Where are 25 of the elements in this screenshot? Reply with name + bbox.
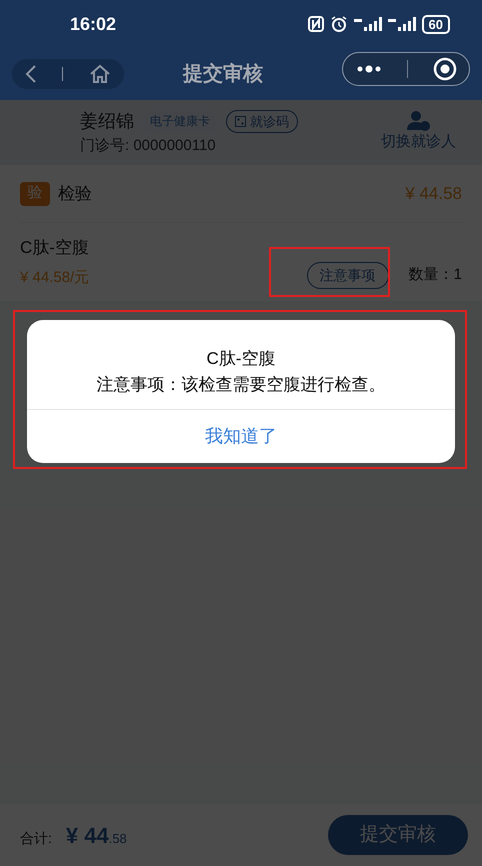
- dialog-message: 注意事项：该检查需要空腹进行检查。: [96, 374, 386, 396]
- signal-icon: [354, 17, 382, 31]
- menu-capsule[interactable]: [342, 52, 470, 86]
- signal-icon: [388, 17, 416, 31]
- patient-name: 姜绍锦: [80, 110, 134, 133]
- total-label: 合计:: [20, 828, 52, 848]
- confirm-button[interactable]: 我知道了: [27, 410, 455, 463]
- battery-indicator: 60: [422, 14, 450, 34]
- alarm-icon: [330, 16, 348, 32]
- total-amount: ¥ 44.58: [66, 822, 127, 850]
- home-icon[interactable]: [89, 64, 112, 84]
- category-total: ¥ 44.58: [405, 182, 462, 205]
- page-title: 提交审核: [183, 62, 263, 87]
- back-icon[interactable]: [24, 65, 37, 83]
- more-icon[interactable]: [356, 65, 382, 73]
- item-name: C肽-空腹: [20, 237, 90, 259]
- back-home-capsule[interactable]: [12, 59, 124, 89]
- item-quantity: 数量：1: [408, 265, 462, 286]
- item-price: ¥ 44.58/元: [20, 268, 90, 288]
- dialog-title: C肽-空腹: [206, 348, 276, 370]
- status-time: 16:02: [70, 12, 116, 36]
- category-title: 检验: [58, 182, 92, 205]
- outpatient-number: 门诊号: 0000000110: [80, 136, 217, 156]
- nfc-icon: [308, 16, 324, 32]
- close-icon[interactable]: [432, 57, 456, 81]
